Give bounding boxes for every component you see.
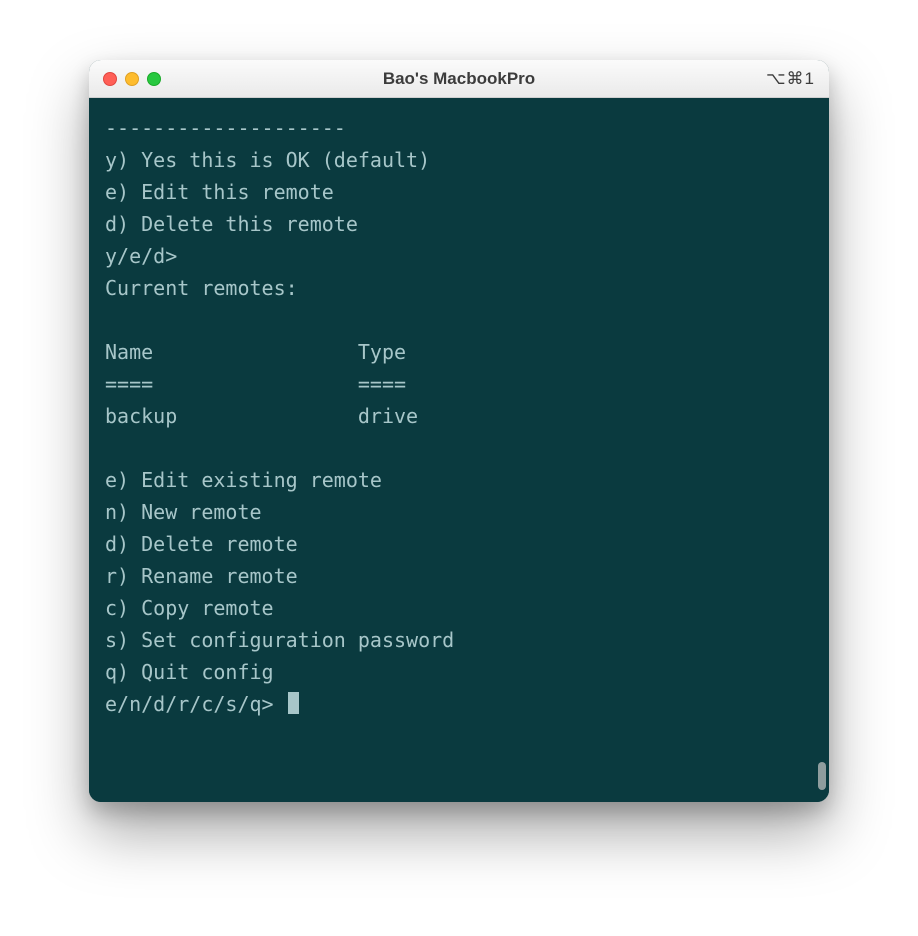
terminal-body[interactable]: -------------------- y) Yes this is OK (…	[89, 98, 829, 802]
table-row-name: backup	[105, 404, 177, 428]
scrollbar-thumb[interactable]	[818, 762, 826, 790]
menu-option: c) Copy remote	[105, 596, 274, 620]
close-icon[interactable]	[103, 72, 117, 86]
minimize-icon[interactable]	[125, 72, 139, 86]
table-col-name: Name	[105, 340, 153, 364]
menu-option: s) Set configuration password	[105, 628, 454, 652]
menu-option: q) Quit config	[105, 660, 274, 684]
menu-option: e) Edit existing remote	[105, 468, 382, 492]
confirm-option: e) Edit this remote	[105, 180, 334, 204]
terminal-window: Bao's MacbookPro ⌥⌘1 -------------------…	[89, 60, 829, 802]
window-shortcut: ⌥⌘1	[766, 69, 815, 89]
traffic-lights	[103, 72, 161, 86]
confirm-option: y) Yes this is OK (default)	[105, 148, 430, 172]
titlebar: Bao's MacbookPro ⌥⌘1	[89, 60, 829, 98]
cursor-icon	[288, 692, 299, 714]
menu-option: r) Rename remote	[105, 564, 298, 588]
confirm-option: d) Delete this remote	[105, 212, 358, 236]
table-underline: ====	[105, 372, 153, 396]
confirm-prompt: y/e/d>	[105, 244, 177, 268]
maximize-icon[interactable]	[147, 72, 161, 86]
menu-option: d) Delete remote	[105, 532, 298, 556]
window-title: Bao's MacbookPro	[89, 69, 829, 89]
menu-prompt: e/n/d/r/c/s/q>	[105, 692, 274, 716]
table-underline: ====	[358, 372, 406, 396]
divider-line: --------------------	[105, 116, 346, 140]
table-row-type: drive	[358, 404, 418, 428]
remotes-header: Current remotes:	[105, 276, 298, 300]
table-col-type: Type	[358, 340, 406, 364]
menu-option: n) New remote	[105, 500, 262, 524]
